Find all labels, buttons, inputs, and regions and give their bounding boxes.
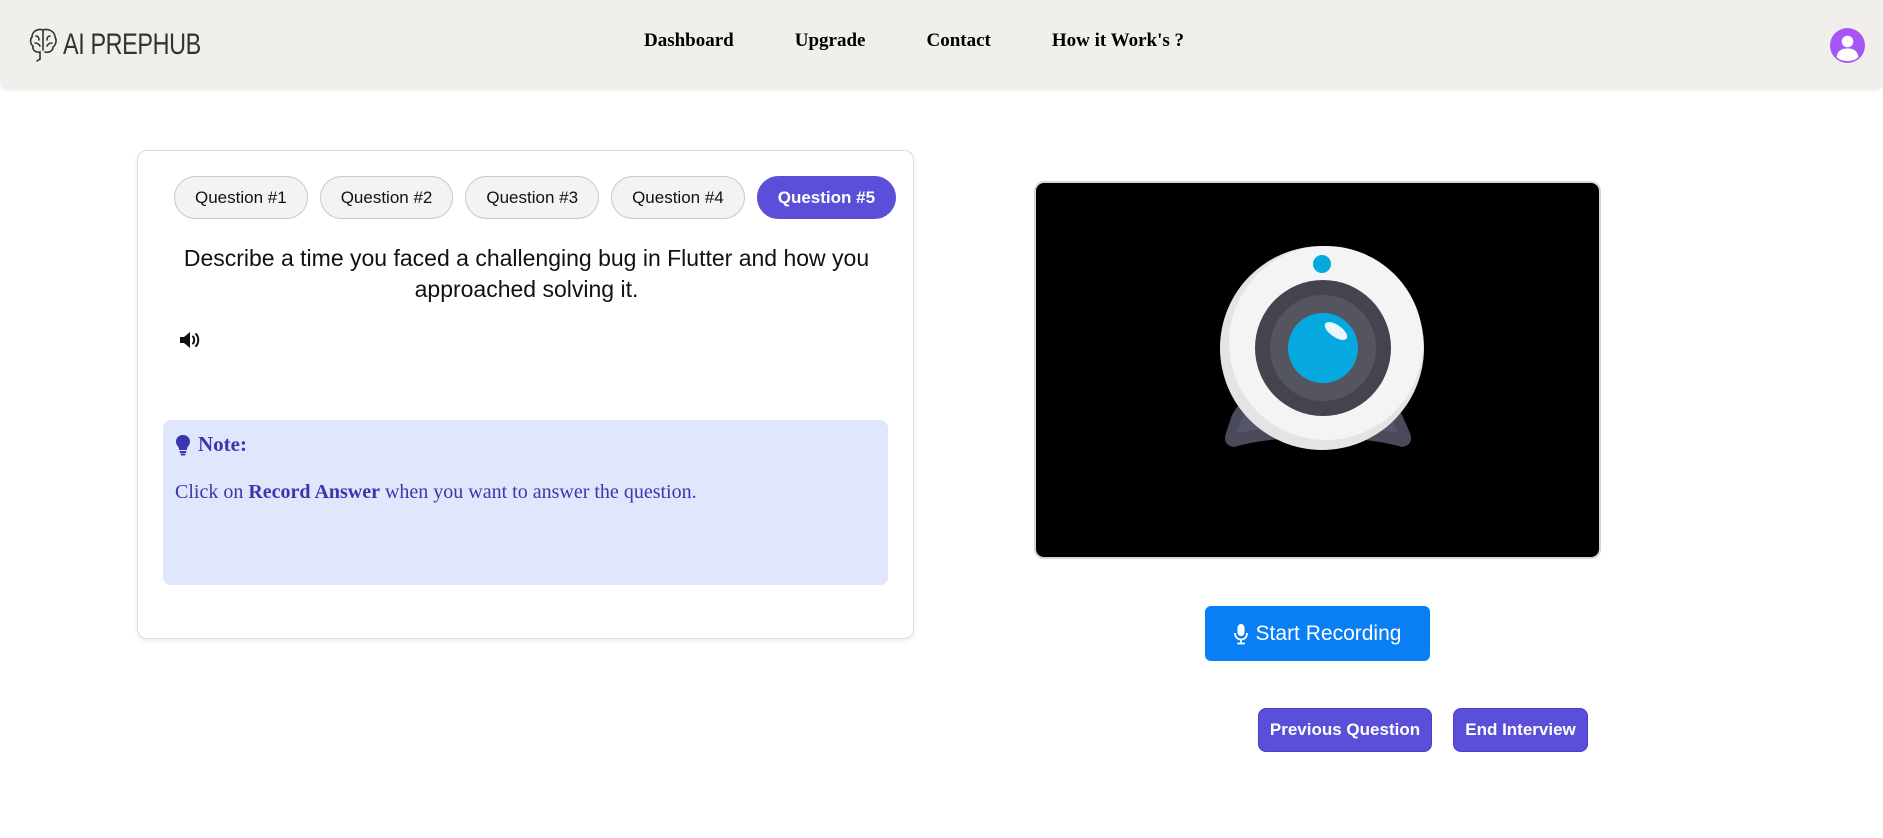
video-preview <box>1034 181 1601 559</box>
previous-question-button[interactable]: Previous Question <box>1258 708 1432 752</box>
main-nav: Dashboard Upgrade Contact How it Work's … <box>644 30 1184 52</box>
question-tabs: Question #1 Question #2 Question #3 Ques… <box>174 176 908 219</box>
tab-question-1[interactable]: Question #1 <box>174 176 308 219</box>
start-recording-button[interactable]: Start Recording <box>1205 606 1430 661</box>
speaker-icon[interactable] <box>178 329 204 351</box>
webcam-icon <box>1220 246 1424 450</box>
microphone-icon <box>1233 623 1248 644</box>
note-text-suffix: when you want to answer the question. <box>379 481 697 503</box>
lightbulb-icon <box>176 434 190 455</box>
note-text-emphasis: Record Answer <box>248 481 380 503</box>
nav-dashboard[interactable]: Dashboard <box>644 30 734 52</box>
nav-how-it-works[interactable]: How it Work's ? <box>1052 30 1184 52</box>
end-interview-button[interactable]: End Interview <box>1453 708 1588 752</box>
start-recording-label: Start Recording <box>1255 621 1402 645</box>
nav-upgrade[interactable]: Upgrade <box>795 30 866 52</box>
note-text-prefix: Click on <box>175 481 249 503</box>
brain-icon <box>29 28 57 62</box>
tab-question-5[interactable]: Question #5 <box>756 176 897 219</box>
note-box: Note: Click on Record Answer when you wa… <box>163 420 888 585</box>
brand-name: AI PREPHUB <box>63 27 201 61</box>
tab-question-3[interactable]: Question #3 <box>465 176 600 219</box>
top-navbar: AI PREPHUB Dashboard Upgrade Contact How… <box>0 0 1883 90</box>
question-card: Question #1 Question #2 Question #3 Ques… <box>137 150 914 639</box>
nav-contact[interactable]: Contact <box>926 30 990 52</box>
tab-question-4[interactable]: Question #4 <box>611 176 745 219</box>
question-text: Describe a time you faced a challenging … <box>183 245 870 302</box>
brand-logo[interactable]: AI PREPHUB <box>29 26 240 63</box>
note-text: Click on Record Answer when you want to … <box>175 481 876 504</box>
note-title: Note: <box>198 432 247 456</box>
user-avatar[interactable] <box>1830 28 1865 63</box>
tab-question-2[interactable]: Question #2 <box>319 176 454 219</box>
note-header: Note: <box>175 432 876 457</box>
user-avatar-icon <box>1836 35 1859 61</box>
